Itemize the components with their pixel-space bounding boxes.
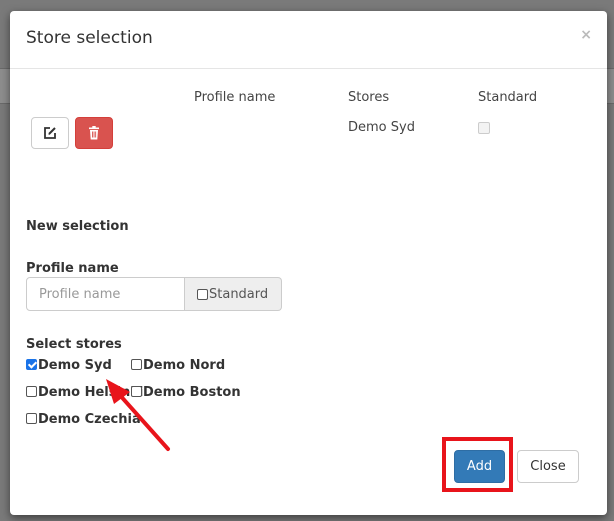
annotation-arrow-icon bbox=[106, 379, 170, 451]
